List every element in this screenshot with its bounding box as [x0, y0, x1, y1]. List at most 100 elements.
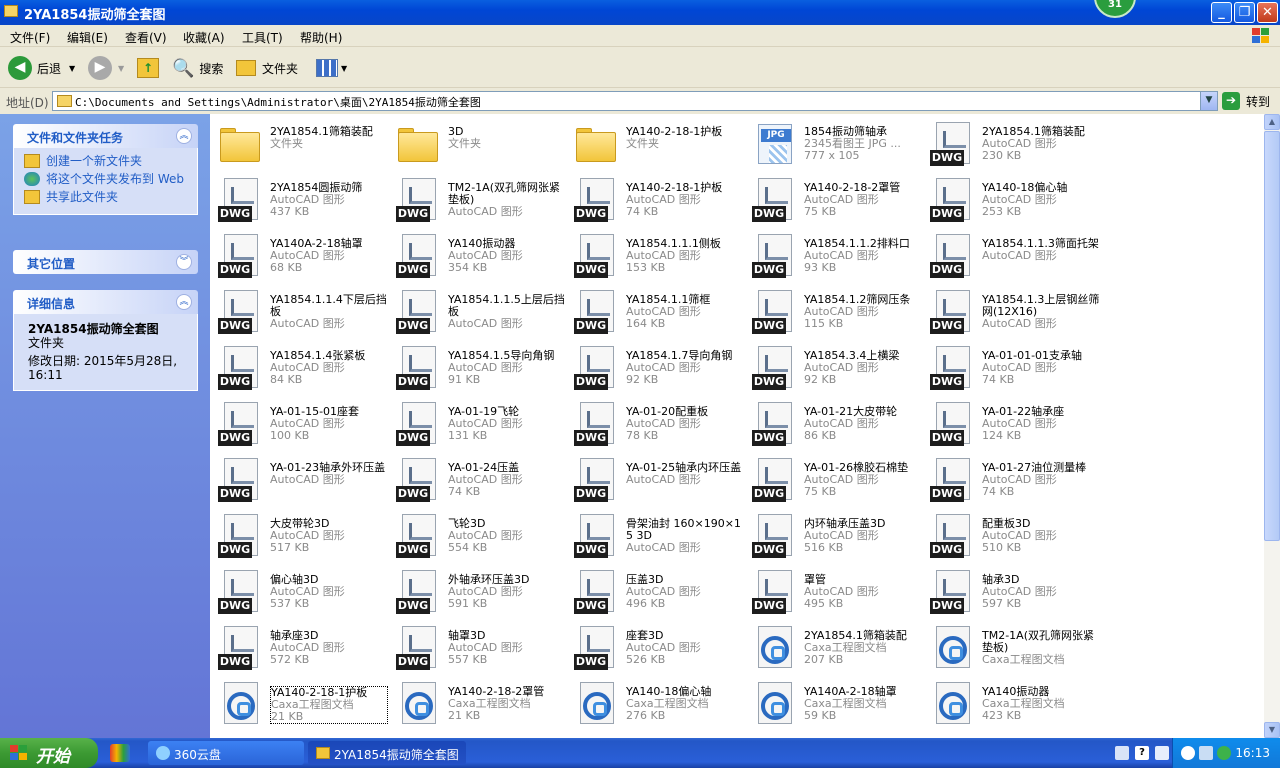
file-item[interactable]: DWG 大皮带轮3D AutoCAD 图形 517 KB: [214, 510, 392, 566]
file-item[interactable]: DWG YA140-2-18-2罩管 AutoCAD 图形 75 KB: [748, 174, 926, 230]
scroll-thumb[interactable]: [1264, 131, 1280, 541]
file-item[interactable]: JPG 1854振动筛轴承 2345看图王 JPG ... 777 x 105: [748, 118, 926, 174]
file-item[interactable]: DWG 飞轮3D AutoCAD 图形 554 KB: [392, 510, 570, 566]
file-item[interactable]: DWG YA140振动器 AutoCAD 图形 354 KB: [392, 230, 570, 286]
back-button[interactable]: ◀ 后退 ▼: [8, 54, 75, 82]
task-360-cloud[interactable]: 360云盘: [148, 741, 304, 765]
file-item[interactable]: DWG 2YA1854圆振动筛 AutoCAD 图形 437 KB: [214, 174, 392, 230]
file-item[interactable]: DWG YA140A-2-18轴罩 AutoCAD 图形 68 KB: [214, 230, 392, 286]
file-item[interactable]: DWG YA-01-01-01支承轴 AutoCAD 图形 74 KB: [926, 342, 1104, 398]
file-item[interactable]: TM2-1A(双孔筛网张紧垫板) Caxa工程图文档: [926, 622, 1104, 678]
chevron-down-icon[interactable]: ▼: [341, 64, 347, 73]
file-item[interactable]: DWG YA-01-19飞轮 AutoCAD 图形 131 KB: [392, 398, 570, 454]
scroll-up-icon[interactable]: ▲: [1264, 114, 1280, 130]
start-button[interactable]: 开始: [0, 738, 98, 768]
file-item[interactable]: DWG YA1854.1.2筛网压条 AutoCAD 图形 115 KB: [748, 286, 926, 342]
folders-button[interactable]: 文件夹: [236, 54, 298, 82]
menu-file[interactable]: 文件(F): [10, 29, 50, 46]
search-button[interactable]: 🔍 搜索: [172, 54, 223, 82]
menu-tools[interactable]: 工具(T): [242, 29, 283, 46]
file-item[interactable]: DWG YA-01-15-01座套 AutoCAD 图形 100 KB: [214, 398, 392, 454]
file-item[interactable]: DWG 骨架油封 160×190×15 3D AutoCAD 图形: [570, 510, 748, 566]
file-item[interactable]: DWG YA1854.1.1筛框 AutoCAD 图形 164 KB: [570, 286, 748, 342]
task-new-folder[interactable]: 创建一个新文件夹: [24, 154, 187, 168]
file-item[interactable]: DWG 轴承3D AutoCAD 图形 597 KB: [926, 566, 1104, 622]
file-item[interactable]: DWG YA1854.1.5导向角钢 AutoCAD 图形 91 KB: [392, 342, 570, 398]
close-button[interactable]: ✕: [1257, 2, 1278, 23]
file-item[interactable]: DWG YA1854.1.4张紧板 AutoCAD 图形 84 KB: [214, 342, 392, 398]
file-item[interactable]: DWG YA-01-22轴承座 AutoCAD 图形 124 KB: [926, 398, 1104, 454]
menu-edit[interactable]: 编辑(E): [67, 29, 108, 46]
file-item[interactable]: DWG 座套3D AutoCAD 图形 526 KB: [570, 622, 748, 678]
chevron-down-icon[interactable]: ▼: [69, 64, 75, 73]
collapse-icon[interactable]: ︽: [176, 128, 192, 144]
file-item[interactable]: DWG YA1854.1.1.5上层后挡板 AutoCAD 图形: [392, 286, 570, 342]
file-item[interactable]: DWG YA140-2-18-1护板 AutoCAD 图形 74 KB: [570, 174, 748, 230]
file-item[interactable]: DWG YA1854.1.3上层钢丝筛网(12X16) AutoCAD 图形: [926, 286, 1104, 342]
file-item[interactable]: DWG 偏心轴3D AutoCAD 图形 537 KB: [214, 566, 392, 622]
file-item[interactable]: DWG YA-01-27油位测量棒 AutoCAD 图形 74 KB: [926, 454, 1104, 510]
go-button[interactable]: ➔ 转到: [1222, 91, 1270, 111]
file-item[interactable]: DWG YA-01-25轴承内环压盖 AutoCAD 图形: [570, 454, 748, 510]
views-button[interactable]: ▼: [316, 54, 347, 82]
file-item[interactable]: DWG YA-01-24压盖 AutoCAD 图形 74 KB: [392, 454, 570, 510]
file-item[interactable]: YA140-2-18-1护板 Caxa工程图文档 21 KB: [214, 678, 392, 734]
file-item[interactable]: DWG 2YA1854.1筛箱装配 AutoCAD 图形 230 KB: [926, 118, 1104, 174]
up-folder-button[interactable]: ↑: [137, 54, 159, 82]
file-list[interactable]: 2YA1854.1筛箱装配 文件夹 3D 文件夹 YA140-2-18-1护板 文件夹 JP…: [210, 114, 1264, 738]
file-item[interactable]: DWG YA1854.1.1.1侧板 AutoCAD 图形 153 KB: [570, 230, 748, 286]
quick-launch-icon[interactable]: [110, 744, 130, 762]
clock[interactable]: 16:13: [1235, 746, 1270, 760]
file-item[interactable]: 3D 文件夹: [392, 118, 570, 174]
file-item[interactable]: DWG 压盖3D AutoCAD 图形 496 KB: [570, 566, 748, 622]
other-places-header[interactable]: 其它位置 ︾: [13, 250, 198, 274]
file-item[interactable]: DWG YA1854.1.7导向角钢 AutoCAD 图形 92 KB: [570, 342, 748, 398]
file-item[interactable]: DWG 配重板3D AutoCAD 图形 510 KB: [926, 510, 1104, 566]
file-item[interactable]: 2YA1854.1筛箱装配 文件夹: [214, 118, 392, 174]
tray-arrow-icon[interactable]: [1181, 746, 1195, 760]
menu-help[interactable]: 帮助(H): [300, 29, 342, 46]
file-item[interactable]: DWG YA-01-21大皮带轮 AutoCAD 图形 86 KB: [748, 398, 926, 454]
file-item[interactable]: 2YA1854.1筛箱装配 Caxa工程图文档 207 KB: [748, 622, 926, 678]
expand-icon[interactable]: ︾: [176, 254, 192, 270]
notification-badge[interactable]: 31: [1094, 0, 1136, 18]
task-publish-web[interactable]: 将这个文件夹发布到 Web: [24, 172, 187, 186]
file-item[interactable]: YA140A-2-18轴罩 Caxa工程图文档 59 KB: [748, 678, 926, 734]
file-item[interactable]: DWG YA1854.1.1.2排料口 AutoCAD 图形 93 KB: [748, 230, 926, 286]
file-item[interactable]: DWG YA-01-23轴承外环压盖 AutoCAD 图形: [214, 454, 392, 510]
vertical-scrollbar[interactable]: ▲ ▼: [1264, 114, 1280, 738]
file-item[interactable]: DWG YA-01-20配重板 AutoCAD 图形 78 KB: [570, 398, 748, 454]
tasks-panel-header[interactable]: 文件和文件夹任务 ︽: [13, 124, 198, 148]
maximize-button[interactable]: ❐: [1234, 2, 1255, 23]
speaker-icon[interactable]: [1199, 746, 1213, 760]
title-bar[interactable]: 2YA1854振动筛全套图 31 _ ❐ ✕: [0, 0, 1280, 25]
collapse-icon[interactable]: ︽: [176, 294, 192, 310]
chevron-down-icon[interactable]: ▼: [118, 64, 124, 73]
details-header[interactable]: 详细信息 ︽: [13, 290, 198, 314]
file-item[interactable]: YA140-2-18-1护板 文件夹: [570, 118, 748, 174]
file-item[interactable]: DWG 外轴承环压盖3D AutoCAD 图形 591 KB: [392, 566, 570, 622]
minimize-button[interactable]: _: [1211, 2, 1232, 23]
file-item[interactable]: DWG YA1854.1.1.3筛面托架 AutoCAD 图形: [926, 230, 1104, 286]
address-input[interactable]: C:\Documents and Settings\Administrator\…: [52, 91, 1218, 111]
task-explorer-window[interactable]: 2YA1854振动筛全套图: [308, 741, 466, 765]
file-item[interactable]: DWG 轴承座3D AutoCAD 图形 572 KB: [214, 622, 392, 678]
file-item[interactable]: YA140振动器 Caxa工程图文档 423 KB: [926, 678, 1104, 734]
file-item[interactable]: YA140-18偏心轴 Caxa工程图文档 276 KB: [570, 678, 748, 734]
security-shield-icon[interactable]: [1217, 746, 1231, 760]
file-item[interactable]: DWG 轴罩3D AutoCAD 图形 557 KB: [392, 622, 570, 678]
file-item[interactable]: DWG 罩管 AutoCAD 图形 495 KB: [748, 566, 926, 622]
file-item[interactable]: DWG TM2-1A(双孔筛网张紧垫板) AutoCAD 图形: [392, 174, 570, 230]
forward-button[interactable]: ▶ ▼: [88, 54, 124, 82]
file-item[interactable]: YA140-2-18-2罩管 Caxa工程图文档 21 KB: [392, 678, 570, 734]
file-item[interactable]: DWG YA-01-26橡胶石棉垫 AutoCAD 图形 75 KB: [748, 454, 926, 510]
menu-favorites[interactable]: 收藏(A): [183, 29, 225, 46]
menu-view[interactable]: 查看(V): [125, 29, 167, 46]
scroll-down-icon[interactable]: ▼: [1264, 722, 1280, 738]
file-item[interactable]: DWG 内环轴承压盖3D AutoCAD 图形 516 KB: [748, 510, 926, 566]
task-share-folder[interactable]: 共享此文件夹: [24, 190, 187, 204]
address-dropdown-icon[interactable]: ▼: [1200, 92, 1217, 110]
file-item[interactable]: DWG YA140-18偏心轴 AutoCAD 图形 253 KB: [926, 174, 1104, 230]
file-item[interactable]: DWG YA1854.3.4上横梁 AutoCAD 图形 92 KB: [748, 342, 926, 398]
file-item[interactable]: DWG YA1854.1.1.4下层后挡板 AutoCAD 图形: [214, 286, 392, 342]
